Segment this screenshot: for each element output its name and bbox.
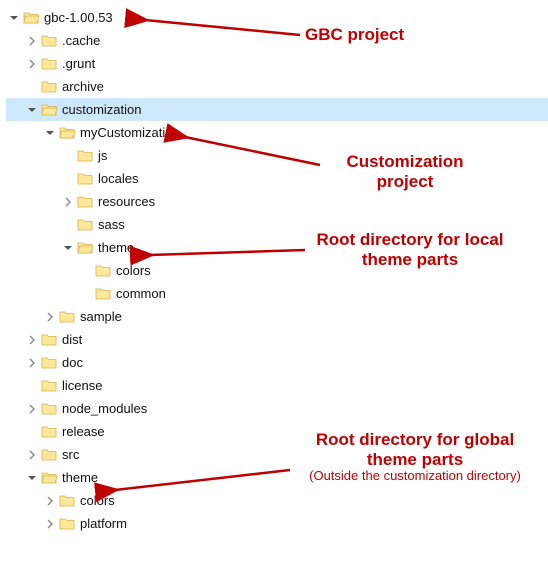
chevron-down-icon[interactable] <box>42 125 58 141</box>
folder-icon <box>76 171 94 187</box>
folder-icon <box>76 194 94 210</box>
tree-item-label: resources <box>98 194 155 209</box>
chevron-right-icon[interactable] <box>24 355 40 371</box>
tree-item-label: node_modules <box>62 401 147 416</box>
tree-row[interactable]: sample <box>6 305 548 328</box>
chevron-down-icon[interactable] <box>60 240 76 256</box>
tree-row[interactable]: .grunt <box>6 52 548 75</box>
tree-item-label: theme <box>98 240 134 255</box>
folder-open-icon <box>22 10 40 26</box>
chevron-right-icon[interactable] <box>24 401 40 417</box>
tree-row[interactable]: sass <box>6 213 548 236</box>
folder-open-icon <box>40 470 58 486</box>
tree-row[interactable]: customization <box>6 98 548 121</box>
chevron-down-icon[interactable] <box>24 102 40 118</box>
folder-icon <box>40 447 58 463</box>
folder-icon <box>40 401 58 417</box>
chevron-right-icon[interactable] <box>24 447 40 463</box>
tree-row[interactable]: src <box>6 443 548 466</box>
tree-item-label: common <box>116 286 166 301</box>
folder-open-icon <box>58 125 76 141</box>
folder-icon <box>40 355 58 371</box>
tree-row[interactable]: node_modules <box>6 397 548 420</box>
tree-row[interactable]: myCustomization <box>6 121 548 144</box>
tree-item-label: .cache <box>62 33 100 48</box>
tree-row[interactable]: dist <box>6 328 548 351</box>
folder-icon <box>58 516 76 532</box>
tree-item-label: theme <box>62 470 98 485</box>
tree-item-label: platform <box>80 516 127 531</box>
folder-icon <box>76 217 94 233</box>
chevron-down-icon[interactable] <box>24 470 40 486</box>
folder-tree: gbc-1.00.53 .cache .grunt archive custom… <box>0 0 548 535</box>
tree-item-label: dist <box>62 332 82 347</box>
tree-item-label: colors <box>80 493 115 508</box>
tree-item-label: src <box>62 447 79 462</box>
tree-row[interactable]: theme <box>6 466 548 489</box>
tree-item-label: sample <box>80 309 122 324</box>
chevron-right-icon[interactable] <box>24 33 40 49</box>
tree-row[interactable]: release <box>6 420 548 443</box>
tree-row[interactable]: doc <box>6 351 548 374</box>
tree-row[interactable]: license <box>6 374 548 397</box>
folder-icon <box>58 309 76 325</box>
tree-row[interactable]: resources <box>6 190 548 213</box>
folder-icon <box>40 79 58 95</box>
tree-row[interactable]: gbc-1.00.53 <box>6 6 548 29</box>
folder-open-icon <box>40 102 58 118</box>
folder-icon <box>40 424 58 440</box>
tree-item-label: gbc-1.00.53 <box>44 10 113 25</box>
chevron-right-icon[interactable] <box>60 194 76 210</box>
tree-row[interactable]: platform <box>6 512 548 535</box>
folder-open-icon <box>76 240 94 256</box>
tree-row[interactable]: colors <box>6 259 548 282</box>
chevron-right-icon[interactable] <box>42 516 58 532</box>
tree-item-label: license <box>62 378 102 393</box>
tree-item-label: colors <box>116 263 151 278</box>
chevron-right-icon[interactable] <box>24 332 40 348</box>
tree-item-label: js <box>98 148 107 163</box>
tree-row[interactable]: js <box>6 144 548 167</box>
tree-item-label: release <box>62 424 105 439</box>
tree-row[interactable]: theme <box>6 236 548 259</box>
tree-item-label: myCustomization <box>80 125 180 140</box>
folder-icon <box>58 493 76 509</box>
tree-row[interactable]: .cache <box>6 29 548 52</box>
chevron-down-icon[interactable] <box>6 10 22 26</box>
tree-item-label: doc <box>62 355 83 370</box>
tree-row[interactable]: locales <box>6 167 548 190</box>
tree-item-label: sass <box>98 217 125 232</box>
tree-row[interactable]: archive <box>6 75 548 98</box>
folder-icon <box>40 33 58 49</box>
folder-icon <box>40 56 58 72</box>
tree-item-label: locales <box>98 171 138 186</box>
tree-item-label: archive <box>62 79 104 94</box>
tree-row[interactable]: common <box>6 282 548 305</box>
chevron-right-icon[interactable] <box>24 56 40 72</box>
folder-icon <box>76 148 94 164</box>
tree-item-label: customization <box>62 102 141 117</box>
tree-row[interactable]: colors <box>6 489 548 512</box>
chevron-right-icon[interactable] <box>42 309 58 325</box>
folder-icon <box>94 263 112 279</box>
chevron-right-icon[interactable] <box>42 493 58 509</box>
folder-icon <box>40 332 58 348</box>
tree-item-label: .grunt <box>62 56 95 71</box>
folder-icon <box>40 378 58 394</box>
folder-icon <box>94 286 112 302</box>
